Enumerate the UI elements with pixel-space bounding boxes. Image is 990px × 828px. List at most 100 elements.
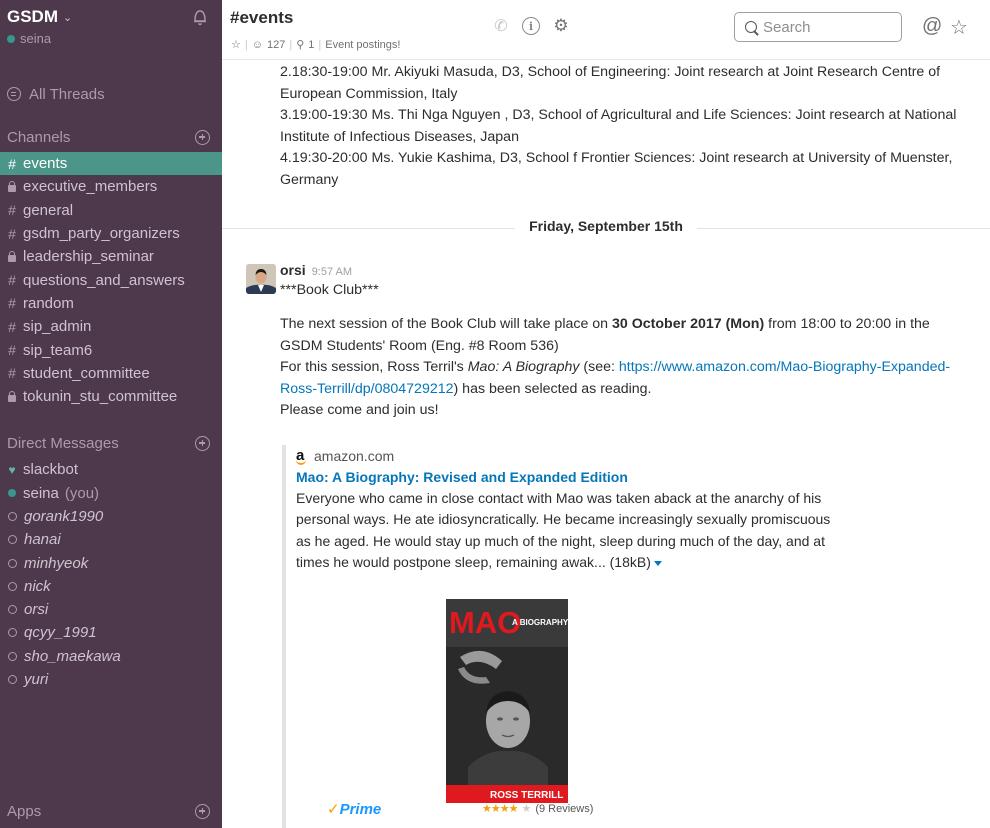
offline-status-icon bbox=[8, 512, 17, 521]
sidebar-channel-questions-and-answers[interactable]: # questions_and_answers bbox=[0, 268, 222, 291]
gear-icon[interactable]: ⚙ bbox=[552, 16, 570, 36]
preview-source: a amazon.com bbox=[296, 447, 842, 465]
hash-icon: # bbox=[8, 318, 16, 335]
book-cover-image[interactable]: MAO A BIOGRAPHY ROSS TERRILL bbox=[446, 599, 568, 803]
all-threads-link[interactable]: All Threads bbox=[0, 78, 222, 110]
sidebar-dm-qcyy-1991[interactable]: qcyy_1991 bbox=[0, 621, 222, 644]
avatar[interactable] bbox=[246, 264, 276, 294]
message-pane: 2.18:30-19:00 Mr. Akiyuki Masuda, D3, Sc… bbox=[222, 60, 990, 828]
all-threads-label: All Threads bbox=[29, 85, 105, 103]
channel-label: gsdm_party_organizers bbox=[23, 225, 180, 243]
direct-messages-header[interactable]: Direct Messages bbox=[0, 428, 222, 458]
message-heading: ***Book Club*** bbox=[280, 282, 379, 298]
team-name: GSDM bbox=[7, 7, 58, 26]
sidebar-channel-sip-team6[interactable]: # sip_team6 bbox=[0, 338, 222, 361]
apps-header[interactable]: Apps bbox=[0, 794, 222, 828]
sidebar-dm-sho-maekawa[interactable]: sho_maekawa bbox=[0, 645, 222, 668]
hash-icon: # bbox=[8, 365, 16, 382]
sidebar-channel-leadership-seminar[interactable]: leadership_seminar bbox=[0, 245, 222, 268]
message-paragraph: For this session, Ross Terril's Mao: A B… bbox=[280, 357, 970, 400]
sidebar-dm-gorank1990[interactable]: gorank1990 bbox=[0, 505, 222, 528]
sidebar-dm-minhyeok[interactable]: minhyeok bbox=[0, 551, 222, 574]
message-author[interactable]: orsi bbox=[280, 262, 306, 278]
lock-icon bbox=[8, 390, 16, 402]
starred-items-icon[interactable]: ☆ bbox=[950, 15, 968, 40]
preview-description: Everyone who came in close contact with … bbox=[296, 488, 846, 574]
channels-header-label: Channels bbox=[7, 128, 71, 146]
header-icons: ✆ i ⚙ bbox=[492, 16, 570, 36]
channel-label: events bbox=[23, 155, 68, 173]
dm-label: sho_maekawa bbox=[24, 647, 121, 665]
offline-status-icon bbox=[8, 558, 17, 568]
search-input[interactable]: Search bbox=[734, 12, 902, 42]
hash-icon: # bbox=[8, 342, 16, 359]
sidebar-dm-slackbot[interactable]: ♥ slackbot bbox=[0, 458, 222, 481]
sidebar-channel-tokunin-stu-committee[interactable]: tokunin_stu_committee bbox=[0, 385, 222, 408]
day-divider-label: Friday, September 15th bbox=[515, 218, 697, 234]
channel-label: executive_members bbox=[23, 178, 158, 196]
offline-status-icon bbox=[8, 651, 17, 661]
dm-label: minhyeok bbox=[24, 554, 89, 572]
lock-icon bbox=[8, 180, 16, 192]
info-icon[interactable]: i bbox=[522, 17, 540, 35]
text-span: The next session of the Book Club will t… bbox=[280, 316, 613, 332]
star-channel-icon[interactable]: ☆ bbox=[231, 38, 241, 51]
dm-list: ♥ slackbot seina (you) gorank1990 hanai minhye… bbox=[0, 458, 222, 691]
bold-date: 30 October 2017 (Mon) bbox=[612, 316, 765, 332]
sidebar-channel-sip-admin[interactable]: # sip_admin bbox=[0, 315, 222, 338]
divider: | bbox=[318, 38, 322, 51]
phone-icon[interactable]: ✆ bbox=[492, 16, 510, 36]
search-placeholder: Search bbox=[763, 18, 811, 36]
preview-source-label: amazon.com bbox=[314, 447, 395, 464]
apps-header-label: Apps bbox=[7, 802, 42, 820]
sidebar-channel-executive-members[interactable]: executive_members bbox=[0, 175, 222, 198]
add-dm-icon[interactable] bbox=[195, 435, 210, 451]
message-body: The next session of the Book Club will t… bbox=[280, 314, 970, 422]
sidebar-dm-yuri[interactable]: yuri bbox=[0, 668, 222, 691]
user-photo-icon bbox=[246, 264, 276, 294]
channel-list: # events executive_members # general # gsdm_pa… bbox=[0, 152, 222, 408]
dm-label: qcyy_1991 bbox=[24, 624, 97, 642]
channel-label: tokunin_stu_committee bbox=[23, 388, 178, 406]
caret-down-icon[interactable] bbox=[653, 561, 662, 567]
current-user: seina bbox=[7, 31, 222, 46]
sidebar-channel-events[interactable]: # events bbox=[0, 152, 222, 176]
add-app-icon[interactable] bbox=[195, 803, 210, 819]
sidebar-dm-orsi[interactable]: orsi bbox=[0, 598, 222, 621]
offline-status-icon bbox=[8, 605, 17, 615]
dm-label: gorank1990 bbox=[24, 508, 104, 525]
team-header[interactable]: GSDM ⌄ seina bbox=[0, 0, 222, 60]
member-count[interactable]: 127 bbox=[267, 39, 285, 51]
hash-icon: # bbox=[8, 272, 16, 289]
channel-label: leadership_seminar bbox=[23, 248, 154, 266]
sidebar-channel-gsdm-party-organizers[interactable]: # gsdm_party_organizers bbox=[0, 222, 222, 245]
pinned-count[interactable]: 1 bbox=[308, 39, 314, 51]
sidebar-channel-general[interactable]: # general bbox=[0, 199, 222, 222]
team-menu[interactable]: GSDM ⌄ bbox=[7, 7, 222, 27]
message-line: 3.19:00-19:30 Ms. Thi Nga Nguyen , D3, S… bbox=[280, 107, 957, 145]
mentions-icon[interactable]: @ bbox=[922, 15, 942, 38]
message-timestamp[interactable]: 9:57 AM bbox=[312, 266, 352, 278]
channel-title: #events bbox=[230, 8, 294, 27]
sidebar-dm-seina[interactable]: seina (you) bbox=[0, 482, 222, 505]
lock-icon bbox=[8, 250, 16, 262]
add-channel-icon[interactable] bbox=[195, 129, 210, 145]
hash-icon: # bbox=[8, 295, 16, 312]
channels-header[interactable]: Channels bbox=[0, 122, 222, 152]
cover-author: ROSS TERRILL bbox=[490, 790, 563, 801]
dm-label: yuri bbox=[24, 671, 49, 689]
sidebar-channel-random[interactable]: # random bbox=[0, 292, 222, 315]
pin-icon: ⚲ bbox=[296, 39, 305, 51]
bell-icon[interactable] bbox=[192, 8, 208, 26]
dm-label: nick bbox=[24, 577, 51, 595]
sidebar-dm-nick[interactable]: nick bbox=[0, 575, 222, 598]
offline-status-icon bbox=[8, 628, 17, 638]
sidebar-channel-student-committee[interactable]: # student_committee bbox=[0, 362, 222, 385]
preview-title[interactable]: Mao: A Biography: Revised and Expanded E… bbox=[296, 469, 842, 485]
sidebar-dm-hanai[interactable]: hanai bbox=[0, 528, 222, 551]
channel-meta: ☆ | ☺ 127 | ⚲ 1 | Event postings! bbox=[231, 38, 400, 52]
online-status-icon bbox=[8, 489, 16, 498]
message-line: 2.18:30-19:00 Mr. Akiyuki Masuda, D3, Sc… bbox=[280, 64, 941, 102]
offline-status-icon bbox=[8, 675, 17, 685]
channel-header: #events ☆ | ☺ 127 | ⚲ 1 | Event postings… bbox=[222, 0, 990, 60]
